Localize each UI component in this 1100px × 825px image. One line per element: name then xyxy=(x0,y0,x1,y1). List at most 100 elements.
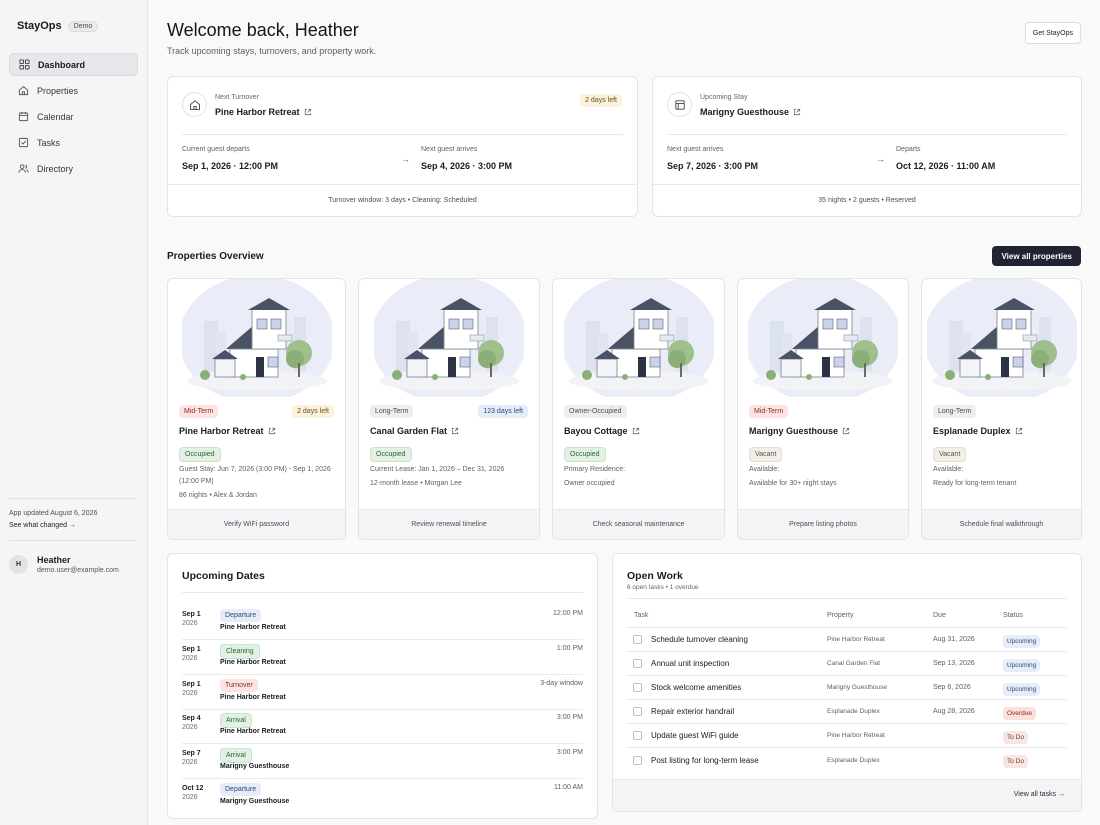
event-property: Marigny Guesthouse xyxy=(220,798,290,805)
brand: StayOps Demo xyxy=(17,20,99,32)
property-type-tag: Long-Term xyxy=(370,405,414,418)
upcoming-date-row[interactable]: Oct 12 2026 Departure Marigny Guesthouse … xyxy=(182,779,583,814)
property-name[interactable]: Esplanade Duplex xyxy=(933,426,1023,436)
nav-label: Dashboard xyxy=(38,59,86,70)
property-card[interactable]: Long-Term Esplanade Duplex Vacant Availa… xyxy=(921,278,1082,540)
property-image xyxy=(359,279,539,397)
property-info-line: Available: xyxy=(749,466,780,473)
table-row[interactable]: Repair exterior handrail Esplanade Duple… xyxy=(627,700,1067,724)
nav-item-properties[interactable]: Properties xyxy=(9,79,138,102)
event-date: Sep 4 2026 xyxy=(182,714,201,732)
property-action[interactable]: Schedule final walkthrough xyxy=(922,509,1081,539)
task-name: Schedule turnover cleaning xyxy=(651,635,748,644)
property-action[interactable]: Review renewal timeline xyxy=(359,509,539,539)
property-card[interactable]: Mid-Term Marigny Guesthouse Vacant Avail… xyxy=(737,278,909,540)
home-icon-circle xyxy=(182,92,207,117)
main-content: Welcome back, Heather Track upcoming sta… xyxy=(167,0,1082,825)
table-row[interactable]: Stock welcome amenities Marigny Guesthou… xyxy=(627,676,1067,700)
user-email: demo.user@example.com xyxy=(37,567,119,574)
turnover-label: Next Turnover xyxy=(215,94,259,101)
event-time: 1:00 PM xyxy=(556,644,583,652)
property-name[interactable]: Pine Harbor Retreat xyxy=(179,426,276,436)
task-checkbox[interactable] xyxy=(633,683,642,692)
property-name-text: Marigny Guesthouse xyxy=(749,426,839,436)
stay-property[interactable]: Marigny Guesthouse xyxy=(700,107,801,117)
upcoming-date-row[interactable]: Sep 4 2026 Arrival Pine Harbor Retreat 3:… xyxy=(182,709,583,745)
property-type-tag: Owner-Occupied xyxy=(564,405,627,418)
nav-item-calendar[interactable]: Calendar xyxy=(9,105,138,128)
task-name: Stock welcome amenities xyxy=(651,683,742,692)
stay-property-name: Marigny Guesthouse xyxy=(700,107,790,117)
property-info: Available: Ready for long-term tenant xyxy=(933,464,1070,490)
property-info-line: Ready for long-term tenant xyxy=(933,480,1017,487)
nav-item-tasks[interactable]: Tasks xyxy=(9,131,138,154)
property-card[interactable]: Long-Term 123 days left Canal Garden Fla… xyxy=(358,278,540,540)
upcoming-date-row[interactable]: Sep 1 2026 Cleaning Pine Harbor Retreat 1… xyxy=(182,640,583,675)
event-day: Sep 1 xyxy=(182,611,201,618)
see-what-changed-link[interactable]: See what changed → xyxy=(9,522,76,529)
upcoming-date-row[interactable]: Sep 7 2026 Arrival Marigny Guesthouse 3:0… xyxy=(182,744,583,780)
property-info-line: Available: xyxy=(933,466,964,473)
property-name-text: Esplanade Duplex xyxy=(933,426,1011,436)
property-card[interactable]: Mid-Term 2 days left Pine Harbor Retreat… xyxy=(167,278,346,540)
event-year: 2026 xyxy=(182,689,198,697)
task-name: Update guest WiFi guide xyxy=(651,731,739,740)
property-info: Primary Residence: Owner occupied xyxy=(564,464,713,490)
nav-label: Calendar xyxy=(37,111,74,122)
user-name: Heather xyxy=(37,555,71,565)
stay-arrives-label: Next guest arrives xyxy=(667,146,724,153)
view-all-properties-button[interactable]: View all properties xyxy=(992,246,1081,266)
task-property: Esplanade Duplex xyxy=(827,708,880,715)
nav-item-directory[interactable]: Directory xyxy=(9,157,138,180)
demo-badge: Demo xyxy=(67,20,99,32)
property-name[interactable]: Canal Garden Flat xyxy=(370,426,459,436)
table-row[interactable]: Annual unit inspection Canal Garden Flat… xyxy=(627,652,1067,676)
avatar: H xyxy=(9,555,28,574)
view-all-tasks-link[interactable]: View all tasks → xyxy=(1014,791,1065,798)
task-checkbox[interactable] xyxy=(633,731,642,740)
external-link-icon xyxy=(632,427,640,435)
task-checkbox[interactable] xyxy=(633,707,642,716)
property-card[interactable]: Owner-Occupied Bayou Cottage Occupied Pr… xyxy=(552,278,725,540)
user-profile[interactable]: H Heather demo.user@example.com xyxy=(9,555,119,574)
stay-arrives-value: Sep 7, 2026 · 3:00 PM xyxy=(667,161,759,171)
task-checkbox[interactable] xyxy=(633,635,642,644)
table-row[interactable]: Update guest WiFi guide Pine Harbor Retr… xyxy=(627,724,1067,748)
table-row[interactable]: Schedule turnover cleaning Pine Harbor R… xyxy=(627,628,1067,652)
col-status: Status xyxy=(1003,612,1023,619)
event-year: 2026 xyxy=(182,759,198,767)
days-left-badge: 123 days left xyxy=(478,405,528,418)
arrow-right-icon: → xyxy=(876,154,885,164)
event-date: Sep 1 2026 xyxy=(182,680,201,698)
nav-item-dashboard[interactable]: Dashboard xyxy=(9,53,138,76)
upcoming-date-row[interactable]: Sep 1 2026 Departure Pine Harbor Retreat … xyxy=(182,605,583,640)
turnover-property-name: Pine Harbor Retreat xyxy=(215,107,300,117)
table-row[interactable]: Post listing for long-term lease Esplana… xyxy=(627,748,1067,772)
event-type-badge: Arrival xyxy=(220,748,252,764)
next-turnover-card: Next Turnover Pine Harbor Retreat 2 days… xyxy=(167,76,638,217)
external-link-icon xyxy=(793,108,801,116)
property-action[interactable]: Check seasonal maintenance xyxy=(553,509,724,539)
property-action[interactable]: Verify WiFi password xyxy=(168,509,345,539)
property-action[interactable]: Prepare listing photos xyxy=(738,509,908,539)
event-date: Oct 12 2026 xyxy=(182,784,203,802)
property-image xyxy=(738,279,908,397)
get-stayops-button[interactable]: Get StayOps xyxy=(1024,22,1081,44)
occupancy-status: Vacant xyxy=(933,447,967,462)
home-icon xyxy=(189,99,200,110)
upcoming-date-row[interactable]: Sep 1 2026 Turnover Pine Harbor Retreat 3… xyxy=(182,675,583,710)
property-info-line: Current Lease: Jan 1, 2026 – Dec 31, 202… xyxy=(370,466,505,473)
task-checkbox[interactable] xyxy=(633,659,642,668)
property-image xyxy=(553,279,724,397)
task-property: Marigny Guesthouse xyxy=(827,684,887,691)
property-type-tag: Mid-Term xyxy=(179,405,219,418)
property-name[interactable]: Bayou Cottage xyxy=(564,426,640,436)
task-checkbox[interactable] xyxy=(633,755,642,765)
event-day: Oct 12 xyxy=(182,785,204,792)
task-status-badge: Upcoming xyxy=(1003,634,1041,648)
property-name-text: Bayou Cottage xyxy=(564,426,628,436)
stay-departs-label: Departs xyxy=(896,146,921,153)
turnover-property[interactable]: Pine Harbor Retreat xyxy=(215,107,312,117)
page-subtitle: Track upcoming stays, turnovers, and pro… xyxy=(167,46,377,56)
property-name[interactable]: Marigny Guesthouse xyxy=(749,426,850,436)
